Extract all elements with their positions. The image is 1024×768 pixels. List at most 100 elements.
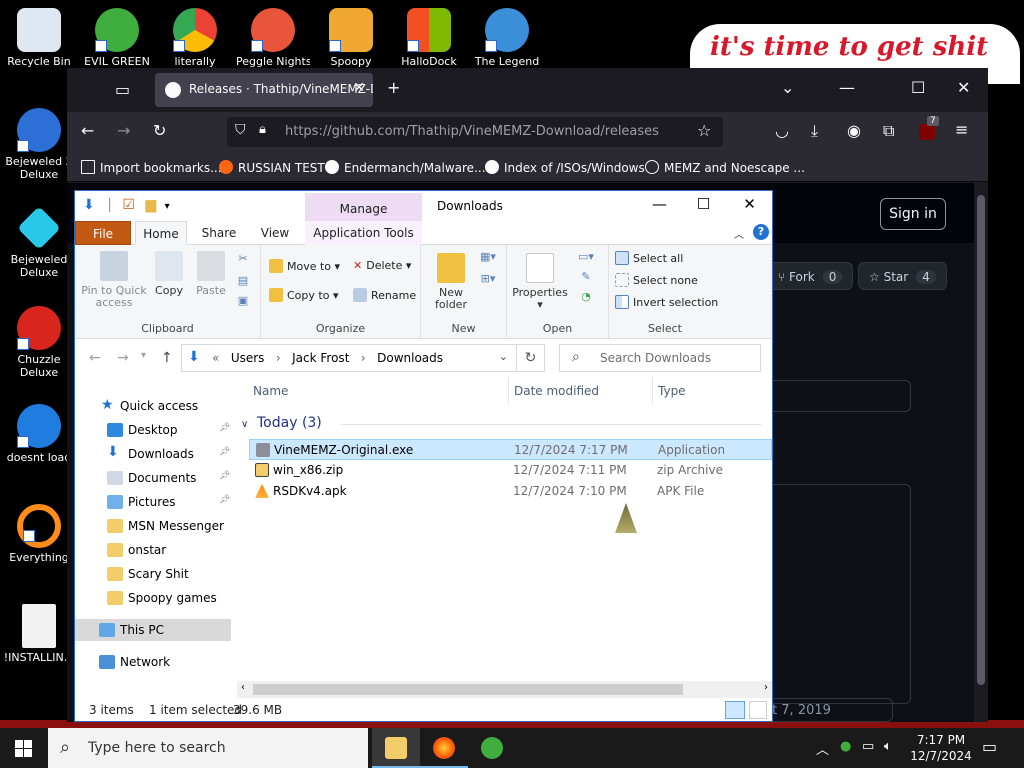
edit-icon[interactable]: ✎ xyxy=(573,271,599,283)
tab-home[interactable]: Home xyxy=(135,221,187,245)
select-none-button[interactable]: Select none xyxy=(615,273,698,287)
nav-pictures[interactable]: Pictures 📌︎ xyxy=(75,491,231,513)
customize-qat-icon[interactable]: ▾ xyxy=(165,201,170,212)
taskbar-file-explorer[interactable] xyxy=(372,728,420,768)
desktop-icon-peggle-nights[interactable]: Peggle Nights xyxy=(236,8,310,68)
menu-icon[interactable]: ≡ xyxy=(955,120,968,139)
nav-network[interactable]: Network xyxy=(75,651,231,673)
sign-in-button[interactable]: Sign in xyxy=(880,198,946,230)
breadcrumb-users[interactable]: Users xyxy=(231,351,265,365)
horizontal-scrollbar[interactable]: ‹ › xyxy=(237,681,772,698)
tab-overview-icon[interactable]: ▭ xyxy=(115,80,130,99)
copy-button[interactable]: Copy xyxy=(151,251,187,297)
new-folder-icon[interactable]: ▆ xyxy=(145,197,156,213)
maximize-icon[interactable]: ☐ xyxy=(681,195,726,213)
easy-access-icon[interactable]: ⊞▾ xyxy=(477,273,499,285)
bookmark-memz[interactable]: MEMZ and Noescape ... xyxy=(645,160,805,175)
windows-start-icon[interactable] xyxy=(15,740,32,757)
delete-button[interactable]: ✕ Delete ▾ xyxy=(353,259,411,272)
url-bar[interactable]: ⛉ 🔒︎ https://github.com/Thathip/VineMEMZ… xyxy=(227,117,723,147)
refresh-icon[interactable]: ↻ xyxy=(517,344,545,372)
desktop-icon-installing[interactable]: !INSTALLIN... xyxy=(2,604,76,664)
collapse-group-icon[interactable]: ∨ xyxy=(241,419,248,430)
rename-button[interactable]: Rename xyxy=(353,288,416,302)
account-icon[interactable]: ◉ xyxy=(847,121,861,140)
desktop-icon-chuzzle[interactable]: Chuzzle Deluxe xyxy=(2,306,76,379)
copy-to-button[interactable]: Copy to ▾ xyxy=(269,288,338,302)
taskbar-msn[interactable] xyxy=(468,728,516,768)
select-all-button[interactable]: Select all xyxy=(615,251,683,265)
paste-button[interactable]: Paste xyxy=(193,251,229,297)
nav-msn-messenger[interactable]: MSN Messenger xyxy=(75,515,231,537)
maximize-icon[interactable]: ☐ xyxy=(911,78,925,97)
nav-desktop[interactable]: Desktop 📌︎ xyxy=(75,419,231,441)
column-name[interactable]: Name xyxy=(253,384,288,398)
taskbar-firefox[interactable] xyxy=(420,728,468,768)
scroll-right-icon[interactable]: › xyxy=(764,682,768,693)
downloads-icon[interactable]: ⤓ xyxy=(811,121,818,141)
nav-downloads[interactable]: ⬇ Downloads 📌︎ xyxy=(75,443,231,465)
tab-view[interactable]: View xyxy=(253,221,297,245)
lock-icon[interactable]: 🔒︎ xyxy=(259,122,266,137)
nav-quick-access[interactable]: ★ Quick access xyxy=(75,395,231,417)
tab-close-icon[interactable]: ✕ xyxy=(353,80,365,96)
new-tab-icon[interactable]: + xyxy=(387,78,400,97)
move-to-button[interactable]: Move to ▾ xyxy=(269,259,340,273)
extensions-icon[interactable]: ⧉ xyxy=(883,121,894,141)
show-hidden-icons-icon[interactable]: ︿ xyxy=(816,739,829,758)
forward-icon[interactable]: → xyxy=(117,121,130,140)
volume-icon[interactable]: 🔈︎ xyxy=(884,739,892,754)
copy-path-icon[interactable]: ▤ xyxy=(235,275,251,287)
history-icon[interactable]: ◔ xyxy=(573,291,599,303)
nav-scary-shit[interactable]: Scary Shit xyxy=(75,563,231,585)
column-type[interactable]: Type xyxy=(658,384,686,398)
close-icon[interactable]: ✕ xyxy=(727,195,772,213)
back-arrow-icon[interactable]: ← xyxy=(89,350,101,366)
breadcrumb-downloads[interactable]: Downloads xyxy=(377,351,443,365)
download-arrow-icon[interactable]: ⬇ xyxy=(83,197,95,213)
network-tray-icon[interactable]: ▭ xyxy=(862,739,874,754)
address-dropdown-icon[interactable]: ⌄ xyxy=(499,350,508,363)
invert-selection-button[interactable]: Invert selection xyxy=(615,295,718,309)
scrollbar-thumb[interactable] xyxy=(253,684,683,695)
collapse-ribbon-icon[interactable]: ︿ xyxy=(731,221,747,245)
properties-button[interactable]: Properties ▾ xyxy=(511,253,569,311)
open-icon[interactable]: ▭▾ xyxy=(573,251,599,263)
up-arrow-icon[interactable]: ↑ xyxy=(161,350,173,366)
desktop-icon-recycle-bin[interactable]: Recycle Bin xyxy=(2,8,76,68)
ublock-icon[interactable]: 7 xyxy=(919,116,939,140)
scroll-left-icon[interactable]: ‹ xyxy=(241,682,245,693)
new-item-icon[interactable]: ▦▾ xyxy=(477,251,499,263)
paste-shortcut-icon[interactable]: ▣ xyxy=(235,295,251,307)
desktop-icon-everything[interactable]: Everything xyxy=(2,504,76,564)
details-view-icon[interactable] xyxy=(725,701,745,719)
fork-button[interactable]: ⑂ Fork 0 xyxy=(767,262,854,290)
list-tabs-chevron-icon[interactable]: ⌄ xyxy=(781,78,794,97)
group-header-today[interactable]: Today (3) xyxy=(257,415,322,431)
desktop-icon-spoopy[interactable]: Spoopy xyxy=(314,8,388,68)
recent-locations-icon[interactable]: ▾ xyxy=(141,350,146,361)
desktop-icon-bejeweled-2[interactable]: Bejeweled 2 Deluxe xyxy=(2,108,76,181)
file-row-rsdkv4[interactable]: RSDKv4.apk 12/7/2024 7:10 PM APK File xyxy=(249,481,772,502)
cut-icon[interactable]: ✂ xyxy=(235,253,251,265)
desktop-icon-doesnt-load[interactable]: doesnt load xyxy=(2,404,76,464)
bookmark-russian-test[interactable]: RUSSIAN TEST xyxy=(219,160,325,175)
bookmark-endermanch[interactable]: Endermanch/Malware... xyxy=(325,160,486,175)
desktop-icon-evil-green[interactable]: EVIL GREEN xyxy=(80,8,154,68)
desktop-icon-literally[interactable]: literally xyxy=(158,8,232,68)
tab-file[interactable]: File xyxy=(75,221,131,245)
bookmark-import[interactable]: Import bookmarks... xyxy=(81,160,222,175)
breadcrumb-jack-frost[interactable]: Jack Frost xyxy=(292,351,349,365)
back-icon[interactable]: ← xyxy=(81,121,94,140)
tab-share[interactable]: Share xyxy=(197,221,241,245)
file-row-win-x86[interactable]: win_x86.zip 12/7/2024 7:11 PM zip Archiv… xyxy=(249,460,772,481)
nav-spoopy-games[interactable]: Spoopy games xyxy=(75,587,231,609)
close-icon[interactable]: ✕ xyxy=(957,78,970,97)
file-row-vinememz[interactable]: VineMEMZ-Original.exe 12/7/2024 7:17 PM … xyxy=(249,439,772,460)
pocket-icon[interactable]: ◡ xyxy=(775,121,789,140)
help-icon[interactable]: ? xyxy=(753,224,769,240)
new-folder-button[interactable]: New folder xyxy=(433,253,469,311)
manage-context-tab[interactable]: Manage xyxy=(305,193,422,221)
notification-center-icon[interactable]: ▭ xyxy=(982,737,997,756)
bookmark-star-icon[interactable]: ☆ xyxy=(697,121,711,140)
